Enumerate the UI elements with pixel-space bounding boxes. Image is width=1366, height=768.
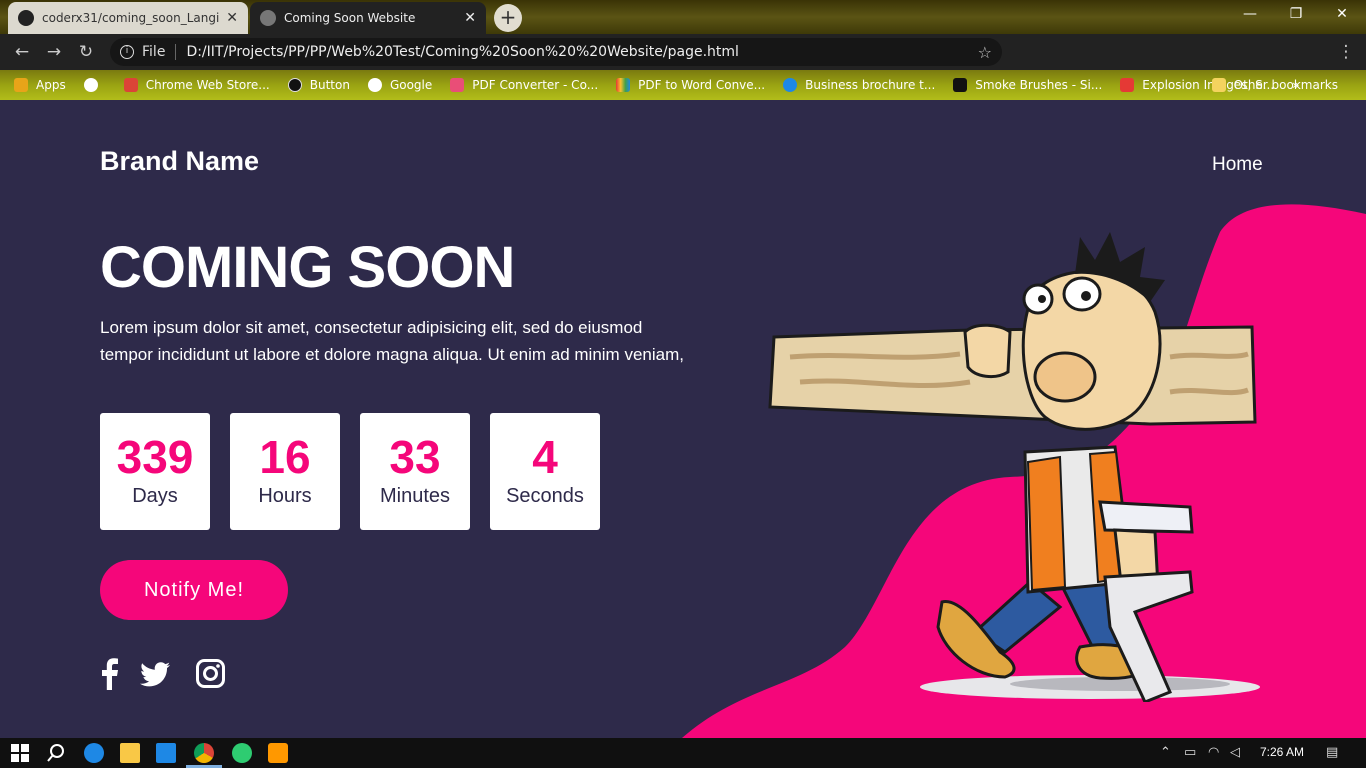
notification-icon[interactable]: ▤ (1326, 745, 1338, 760)
mail-icon[interactable] (156, 743, 176, 763)
bookmark-apps[interactable]: Apps (14, 78, 66, 92)
google-icon (83, 78, 98, 92)
tab-title: coderx31/coming_soon_LanginPa (42, 11, 220, 25)
bookmark-label: Chrome Web Store... (145, 78, 270, 92)
countdown-label: Seconds (506, 485, 584, 507)
divider (175, 44, 177, 60)
facebook-icon[interactable] (100, 658, 120, 690)
bookmark-chrome-web-store[interactable]: Chrome Web Store... (123, 78, 270, 92)
notify-me-button[interactable]: Notify Me! (100, 560, 288, 620)
countdown-value: 4 (532, 431, 558, 483)
menu-icon[interactable]: ⋮ (1334, 42, 1358, 62)
globe-icon (260, 10, 276, 26)
tab-coming-soon[interactable]: Coming Soon Website ✕ (250, 2, 486, 34)
battery-icon[interactable]: ▭ (1184, 745, 1196, 760)
countdown-label: Days (132, 485, 178, 507)
description-text: Lorem ipsum dolor sit amet, consectetur … (100, 318, 684, 364)
countdown-minutes: 33 Minutes (360, 413, 470, 530)
instagram-icon[interactable] (196, 659, 225, 688)
url-text[interactable]: D:/IIT/Projects/PP/PP/Web%20Test/Coming%… (186, 44, 977, 60)
edge-icon[interactable] (84, 743, 104, 763)
button-site-icon (287, 78, 302, 92)
countdown-hours: 16 Hours (230, 413, 340, 530)
bookmark-google[interactable]: Google (367, 78, 433, 92)
wifi-icon[interactable]: ◠ (1208, 745, 1219, 760)
brochure-icon (783, 78, 798, 92)
bookmark-business-brochure[interactable]: Business brochure t... (783, 78, 935, 92)
close-icon[interactable]: ✕ (464, 10, 476, 26)
google-icon (367, 78, 382, 92)
countdown-label: Hours (258, 485, 312, 507)
twitter-icon[interactable] (140, 662, 170, 688)
countdown-value: 16 (259, 431, 311, 483)
forward-icon[interactable]: → (42, 42, 66, 62)
file-explorer-icon[interactable] (120, 743, 140, 763)
bookmark-pdf-converter[interactable]: PDF Converter - Co... (450, 78, 598, 92)
tab-github[interactable]: coderx31/coming_soon_LanginPa ✕ (8, 2, 248, 34)
folder-icon (1211, 78, 1226, 92)
windows-taskbar: ⌃ ▭ ◠ ◁ 7:26 AM ▤ (0, 738, 1366, 768)
pdf-icon (450, 78, 465, 92)
close-icon[interactable]: ✕ (226, 10, 238, 26)
search-icon[interactable] (46, 743, 66, 763)
brand-name[interactable]: Brand Name (100, 146, 259, 177)
bookmark-pdf-to-word[interactable]: PDF to Word Conve... (616, 78, 765, 92)
bookmark-smoke-brushes[interactable]: Smoke Brushes - Si... (953, 78, 1102, 92)
bookmark-label: Smoke Brushes - Si... (975, 78, 1103, 92)
bookmark-button[interactable]: Button (287, 78, 350, 92)
carpenter-illustration (768, 232, 1260, 702)
window-close-icon[interactable]: ✕ (1328, 6, 1356, 22)
other-bookmarks[interactable]: Other bookmarks (1211, 78, 1338, 92)
tab-strip: coderx31/coming_soon_LanginPa ✕ Coming S… (0, 0, 1366, 34)
app-icon[interactable] (232, 743, 252, 763)
bookmark-label: PDF Converter - Co... (472, 78, 599, 92)
page-content: Brand Name Home COMING SOON Lorem ipsum … (0, 102, 1366, 738)
sublime-text-icon[interactable] (268, 743, 288, 763)
countdown-value: 33 (389, 431, 441, 483)
countdown-days: 339 Days (100, 413, 210, 530)
bookmark-label: Other bookmarks (1233, 78, 1338, 92)
bookmark-label: Google (389, 78, 433, 92)
bookmark-label: Apps (36, 78, 66, 92)
smoke-brushes-icon (953, 78, 968, 92)
bookmark-label: PDF to Word Conve... (638, 78, 766, 92)
tab-title: Coming Soon Website (284, 11, 416, 25)
address-bar[interactable]: i File D:/IIT/Projects/PP/PP/Web%20Test/… (110, 38, 1002, 66)
taskbar-clock[interactable]: 7:26 AM (1260, 745, 1304, 759)
countdown-value: 339 (116, 431, 194, 483)
page-title: COMING SOON (100, 235, 515, 300)
bookmark-google-g[interactable] (83, 78, 106, 92)
new-tab-button[interactable]: + (494, 4, 522, 32)
bookmarks-bar: Apps Chrome Web Store... Button Google P… (0, 70, 1366, 100)
pdf-word-icon (616, 78, 631, 92)
back-icon[interactable]: ← (10, 42, 34, 62)
minimize-icon[interactable]: — (1236, 6, 1264, 22)
browser-toolbar: ← → ↻ i File D:/IIT/Projects/PP/PP/Web%2… (0, 34, 1366, 97)
bookmark-label: Button (309, 78, 350, 92)
volume-icon[interactable]: ◁ (1230, 745, 1240, 760)
apps-grid-icon (14, 78, 28, 92)
star-icon[interactable]: ☆ (978, 43, 992, 62)
restore-icon[interactable]: ❐ (1282, 6, 1310, 22)
scheme-label: File (142, 44, 166, 60)
explosion-icon (1120, 78, 1135, 92)
nav-home-link[interactable]: Home (1212, 154, 1263, 176)
info-icon[interactable]: i (120, 45, 134, 59)
chrome-icon[interactable] (194, 743, 214, 763)
windows-start-icon[interactable] (10, 743, 30, 763)
countdown-label: Minutes (379, 485, 451, 507)
reload-icon[interactable]: ↻ (74, 42, 98, 62)
chevron-up-icon[interactable]: ⌃ (1160, 745, 1171, 760)
web-store-icon (123, 78, 138, 92)
countdown-seconds: 4 Seconds (490, 413, 600, 530)
bookmark-label: Business brochure t... (805, 78, 936, 92)
github-icon (18, 10, 34, 26)
